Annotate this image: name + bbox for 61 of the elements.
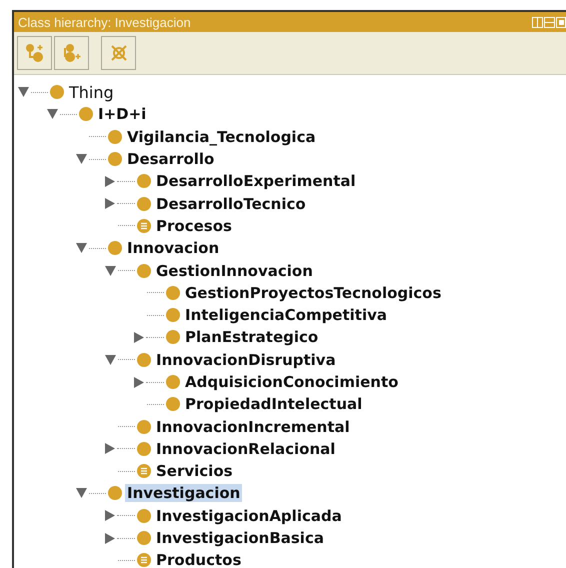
class-bullet-icon bbox=[108, 241, 122, 256]
class-bullet-icon bbox=[137, 420, 151, 434]
class-tree-item[interactable]: GestionProyectosTecnologicos bbox=[183, 284, 444, 302]
class-bullet-icon bbox=[166, 397, 180, 412]
expanded-arrow-icon[interactable] bbox=[76, 154, 87, 164]
class-tree-item[interactable]: InvestigacionBasica bbox=[154, 529, 326, 548]
expanded-arrow-icon[interactable] bbox=[47, 109, 58, 120]
class-tree-item[interactable]: Servicios bbox=[154, 462, 235, 480]
class-tree-item[interactable]: AdquisicionConocimiento bbox=[183, 373, 400, 391]
defined-class-icon bbox=[137, 464, 151, 478]
class-bullet-icon bbox=[166, 330, 180, 344]
class-tree-item[interactable]: PlanEstrategico bbox=[183, 328, 320, 346]
class-bullet-icon bbox=[166, 286, 180, 300]
collapsed-arrow-icon[interactable] bbox=[105, 176, 115, 187]
class-tree-item[interactable]: DesarrolloExperimental bbox=[154, 172, 358, 190]
class-tree-item[interactable]: InnovacionRelacional bbox=[154, 440, 338, 458]
class-tree-item[interactable]: GestionInnovacion bbox=[154, 262, 315, 280]
collapsed-arrow-icon[interactable] bbox=[134, 332, 144, 343]
defined-class-icon bbox=[137, 218, 151, 233]
class-tree-item[interactable]: InteligenciaCompetitiva bbox=[183, 306, 390, 324]
class-bullet-icon bbox=[50, 85, 64, 100]
delete-icon bbox=[108, 43, 128, 63]
collapsed-arrow-icon[interactable] bbox=[134, 376, 144, 388]
panel-title: Class hierarchy: Investigacion bbox=[18, 14, 191, 30]
class-bullet-icon bbox=[108, 152, 122, 166]
expanded-arrow-icon[interactable] bbox=[76, 488, 87, 498]
class-tree-item[interactable]: PropiedadIntelectual bbox=[183, 395, 364, 414]
class-bullet-icon bbox=[137, 264, 151, 278]
class-tree-item[interactable]: Vigilancia_Tecnologica bbox=[125, 128, 318, 146]
class-tree-item[interactable]: I+D+i bbox=[96, 105, 148, 124]
class-bullet-icon bbox=[137, 531, 151, 546]
class-bullet-icon bbox=[79, 107, 93, 122]
class-bullet-icon bbox=[166, 308, 180, 322]
collapsed-arrow-icon[interactable] bbox=[105, 443, 115, 454]
class-bullet-icon bbox=[137, 174, 151, 188]
class-tree-item[interactable]: InvestigacionAplicada bbox=[154, 506, 344, 525]
class-bullet-icon bbox=[108, 486, 122, 500]
class-bullet-icon bbox=[137, 508, 151, 523]
class-bullet-icon bbox=[166, 375, 180, 389]
collapsed-arrow-icon[interactable] bbox=[105, 510, 115, 522]
class-tree-item[interactable]: Desarrollo bbox=[125, 150, 216, 168]
expanded-arrow-icon[interactable] bbox=[76, 243, 87, 254]
class-tree-item[interactable]: Procesos bbox=[154, 216, 234, 235]
class-tree-item[interactable]: InnovacionIncremental bbox=[154, 418, 352, 436]
class-tree-item[interactable]: Investigacion bbox=[125, 484, 242, 502]
class-tree-item[interactable]: Innovacion bbox=[125, 239, 222, 258]
class-bullet-icon bbox=[137, 352, 151, 367]
class-tree-item[interactable]: Productos bbox=[154, 551, 244, 568]
class-tree-item[interactable]: Thing bbox=[67, 82, 116, 102]
class-bullet-icon bbox=[137, 196, 151, 211]
collapsed-arrow-icon[interactable] bbox=[105, 198, 115, 210]
add-subclass-icon bbox=[24, 43, 44, 63]
class-tree-item[interactable]: DesarrolloTecnico bbox=[154, 194, 308, 213]
expanded-arrow-icon[interactable] bbox=[18, 87, 29, 98]
expanded-arrow-icon[interactable] bbox=[105, 266, 116, 276]
class-bullet-icon bbox=[108, 130, 122, 144]
class-tree-item[interactable]: InnovacionDisruptiva bbox=[154, 350, 338, 369]
class-bullet-icon bbox=[137, 442, 151, 456]
add-sibling-icon bbox=[62, 43, 82, 63]
expanded-arrow-icon[interactable] bbox=[105, 354, 116, 365]
collapsed-arrow-icon[interactable] bbox=[105, 532, 115, 544]
